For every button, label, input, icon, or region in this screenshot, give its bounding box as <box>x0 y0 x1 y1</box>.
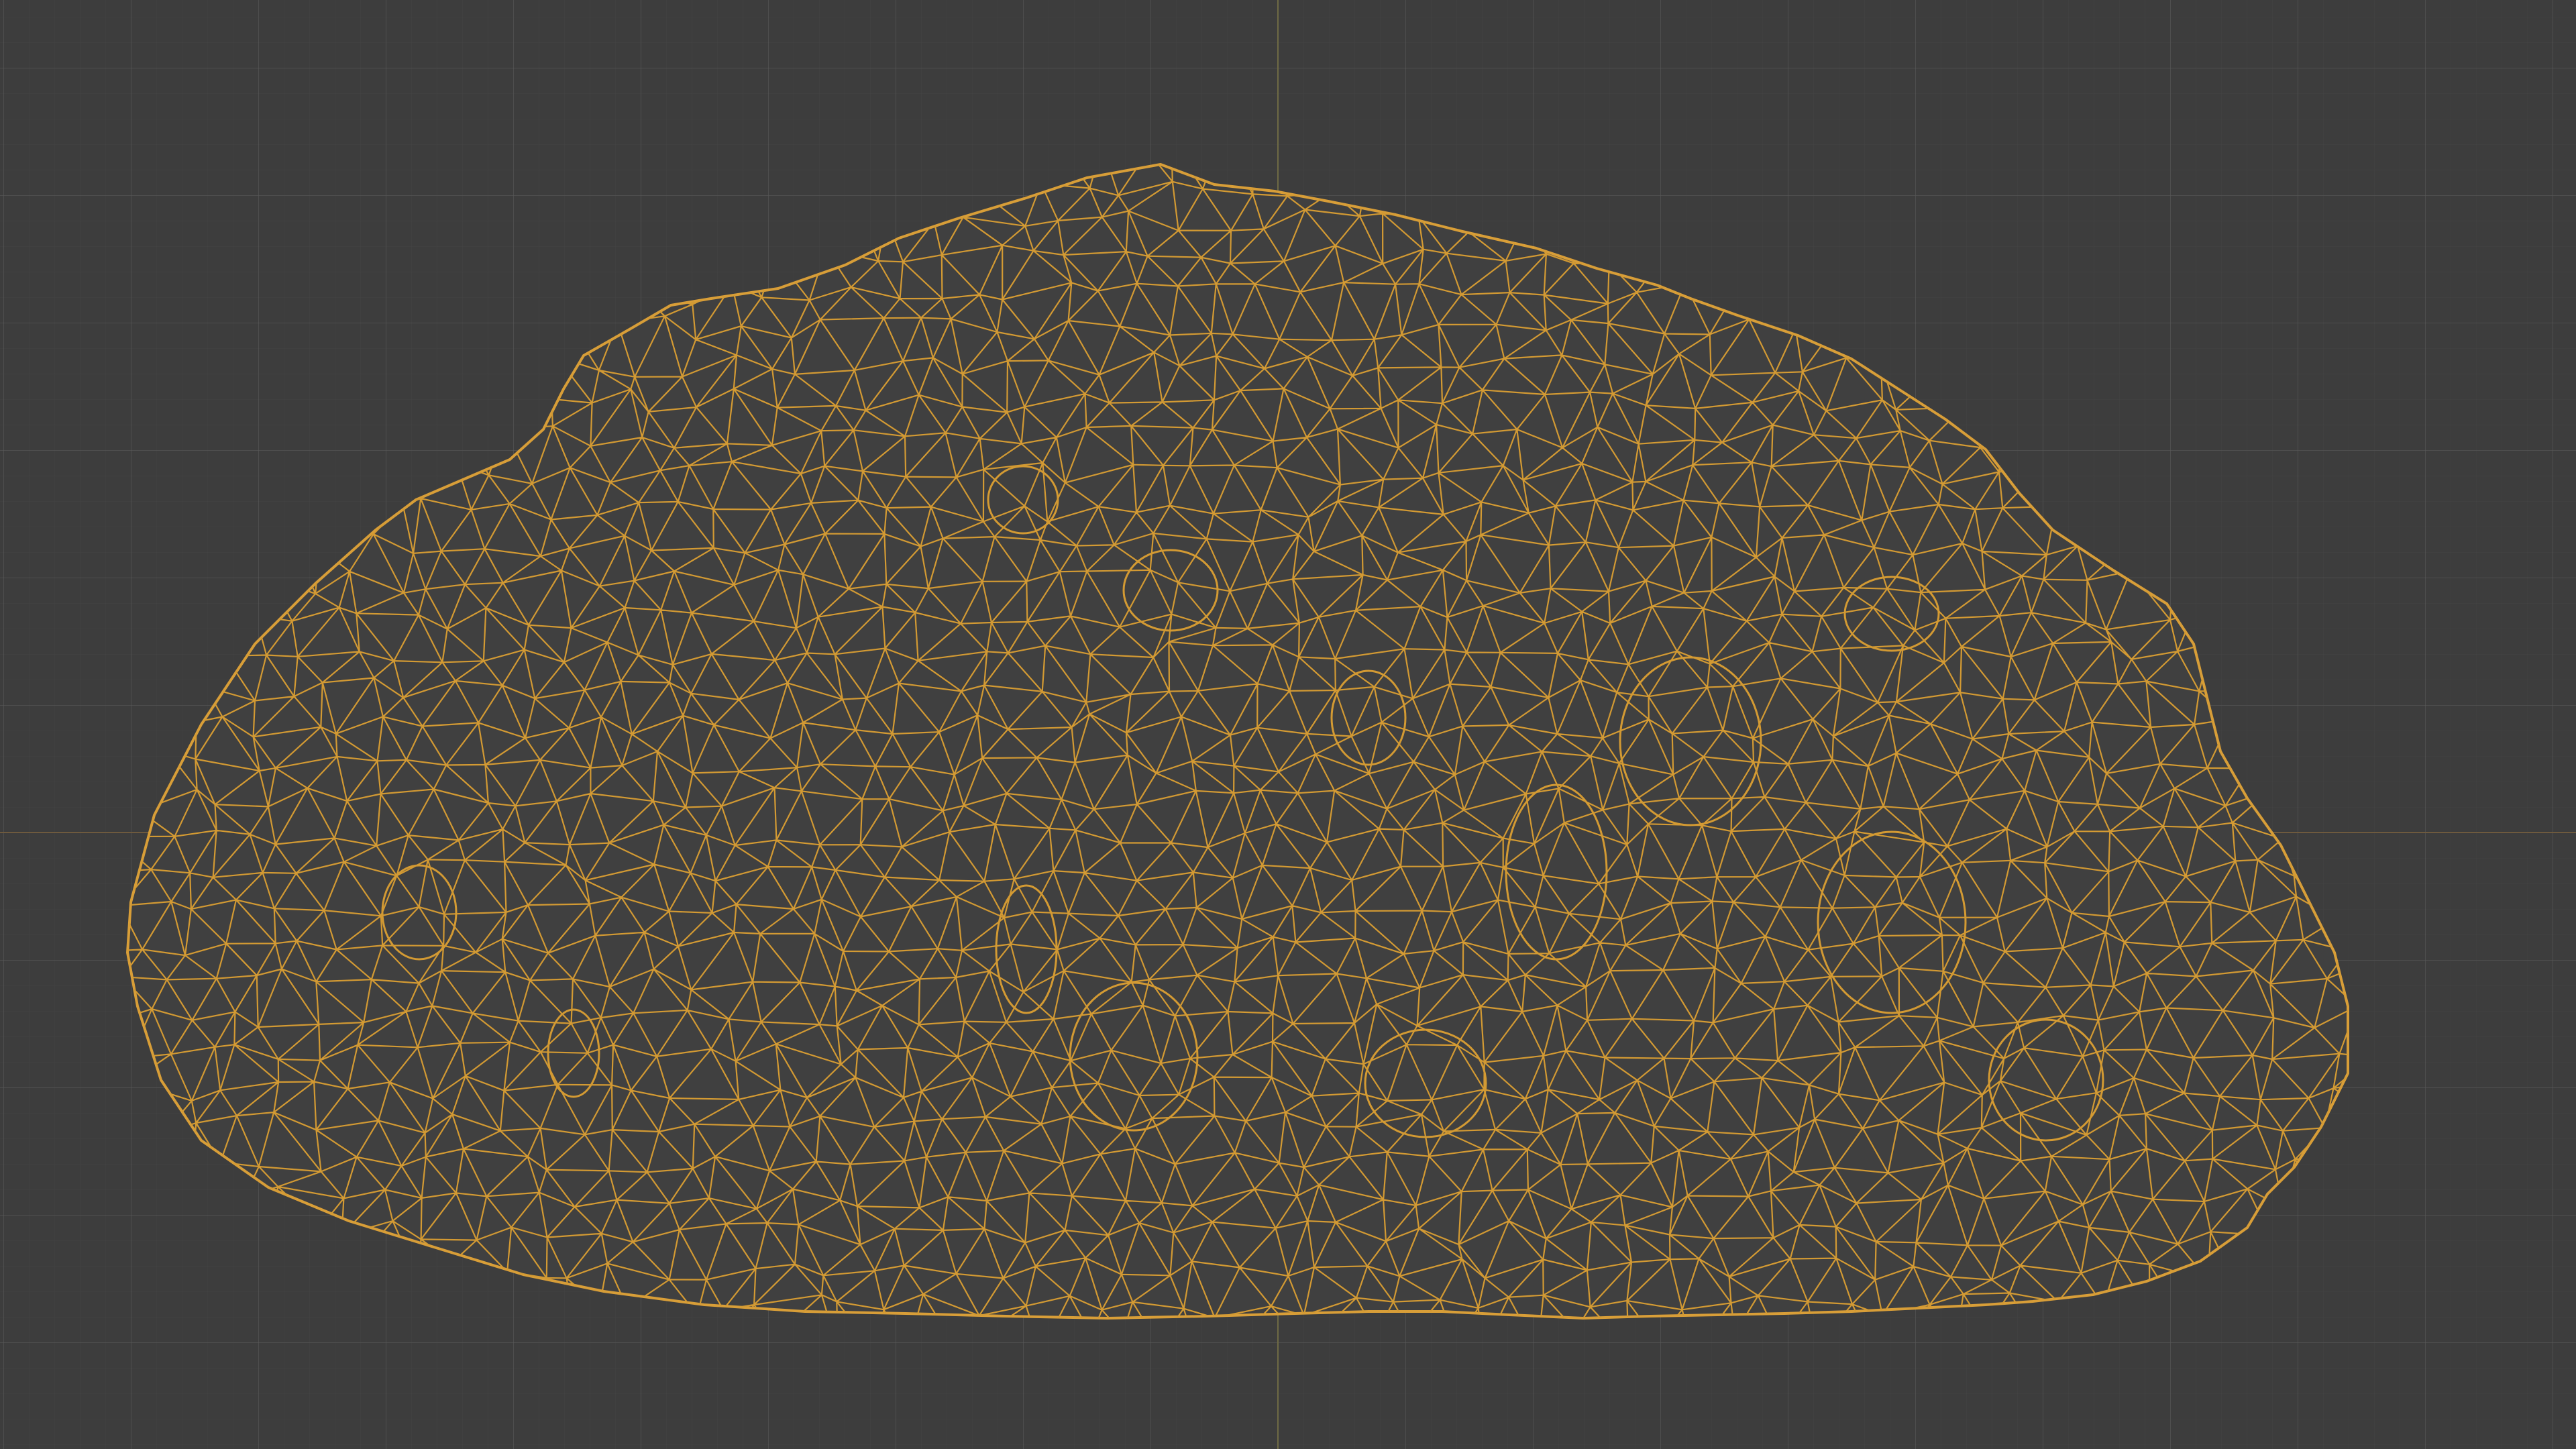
3d-viewport[interactable] <box>0 0 2576 1449</box>
wireframe-mesh[interactable] <box>0 0 2576 1449</box>
